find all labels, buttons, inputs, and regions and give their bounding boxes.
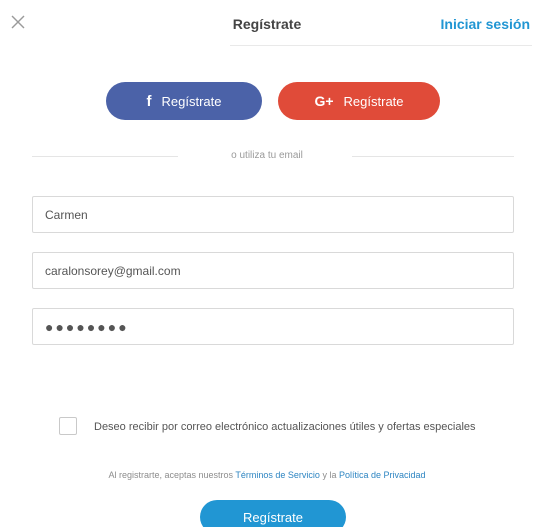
newsletter-label: Deseo recibir por correo electrónico act… [94,421,476,433]
google-signup-label: Regístrate [343,93,404,109]
terms-prefix: Al registrarte, aceptas nuestros [108,470,236,480]
or-divider: o utiliza tu email [0,150,534,164]
close-icon[interactable] [10,14,26,30]
facebook-icon: f [146,92,152,110]
name-field[interactable] [32,196,514,233]
privacy-policy-link[interactable]: Política de Privacidad [339,470,426,480]
google-signup-button[interactable]: G+ Regístrate [278,82,440,120]
newsletter-checkbox[interactable] [59,417,77,435]
dialog-header: Regístrate Iniciar sesión [0,0,534,46]
login-link[interactable]: Iniciar sesión [441,16,530,32]
signup-dialog: Regístrate Iniciar sesión f Regístrate G… [0,0,534,527]
password-field[interactable] [32,308,514,345]
facebook-signup-button[interactable]: f Regístrate [106,82,262,120]
terms-notice: Al registrarte, aceptas nuestros Término… [0,470,534,480]
terms-of-service-link[interactable]: Términos de Servicio [235,470,320,480]
header-divider [230,45,532,46]
facebook-signup-label: Regístrate [161,93,222,109]
google-plus-icon: G+ [314,93,334,109]
signup-submit-button[interactable]: Regístrate [200,500,346,527]
terms-middle: y la [319,470,339,480]
divider-line-right [352,156,514,157]
email-field[interactable] [32,252,514,289]
